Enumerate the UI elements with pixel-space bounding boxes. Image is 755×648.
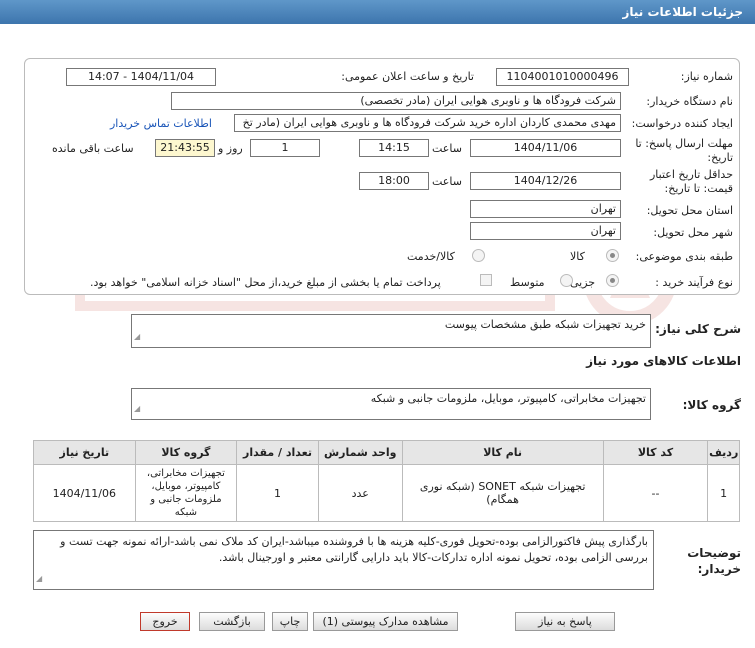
treasury-payment-note: پرداخت تمام یا بخشی از مبلغ خرید،از محل … — [90, 276, 441, 289]
resize-grip-icon[interactable]: ◢ — [36, 571, 42, 587]
col-name-header: نام کالا — [401, 440, 604, 465]
announce-date-field: 1404/11/04 - 14:07 — [66, 68, 216, 86]
purchase-minor-radio[interactable] — [606, 274, 619, 287]
validity-time-field: 18:00 — [359, 172, 429, 190]
cell-qty: 1 — [236, 464, 319, 522]
need-number-label: شماره نیاز: — [680, 70, 733, 83]
print-button[interactable]: چاپ — [272, 612, 308, 631]
city-field: تهران — [470, 222, 621, 240]
cell-group: تجهیزات مخابراتی، کامپیوتر، موبایل، ملزو… — [134, 464, 238, 522]
col-qty-header: تعداد / مقدار — [236, 440, 319, 465]
deadline-time-field: 14:15 — [359, 139, 429, 157]
col-code-header: کد کالا — [602, 440, 709, 465]
goods-group-label: گروه کالا: — [682, 398, 741, 412]
col-row-header: ردیف — [707, 440, 740, 465]
validity-time-label: ساعت — [432, 175, 462, 188]
buyer-notes-field: بارگذاری پیش فاکتورالزامی بوده-تحویل فور… — [33, 530, 654, 590]
back-button[interactable]: بازگشت — [199, 612, 265, 631]
city-label: شهر محل تحویل: — [653, 226, 733, 239]
col-unit-header: واحد شمارش — [317, 440, 403, 465]
goods-section-title: اطلاعات کالاهای مورد نیاز — [586, 354, 741, 368]
deadline-date-field: 1404/11/06 — [470, 139, 621, 157]
exit-button[interactable]: خروج — [140, 612, 190, 631]
cell-unit: عدد — [317, 464, 403, 522]
cell-row: 1 — [707, 464, 740, 522]
validity-date-field: 1404/12/26 — [470, 172, 621, 190]
table-header-row: ردیف کد کالا نام کالا واحد شمارش تعداد /… — [33, 440, 740, 465]
buyer-notes-label-2: خریدار: — [697, 562, 741, 576]
remaining-time-field: 21:43:55 — [155, 139, 215, 157]
deadline-date-label: تاریخ: — [707, 151, 733, 164]
deadline-label: مهلت ارسال پاسخ: تا — [635, 137, 733, 150]
buyer-notes-text: بارگذاری پیش فاکتورالزامی بوده-تحویل فور… — [60, 535, 648, 564]
creator-label: ایجاد کننده درخواست: — [631, 117, 733, 130]
days-label: روز و — [218, 142, 243, 155]
table-row: 1 -- تجهیزات شبکه SONET (شبکه نوری همگام… — [33, 464, 740, 522]
contact-buyer-link[interactable]: اطلاعات تماس خریدار — [110, 117, 212, 130]
announce-date-label: تاریخ و ساعت اعلان عمومی: — [341, 70, 474, 83]
respond-button[interactable]: پاسخ به نیاز — [515, 612, 615, 631]
treasury-payment-checkbox[interactable] — [480, 274, 492, 286]
cell-date: 1404/11/06 — [33, 464, 136, 522]
validity-label: حداقل تاریخ اعتبار — [649, 168, 733, 181]
buyer-org-label: نام دستگاه خریدار: — [646, 95, 733, 108]
category-goods-label: کالا — [570, 250, 585, 263]
category-goods-service-label: کالا/خدمت — [407, 250, 455, 263]
deadline-time-label: ساعت — [432, 142, 462, 155]
days-remaining-field: 1 — [250, 139, 320, 157]
summary-label: شرح کلی نیاز: — [655, 322, 741, 336]
window-title: جزئیات اطلاعات نیاز — [0, 0, 755, 24]
category-goods-radio[interactable] — [606, 249, 619, 262]
remaining-time-label: ساعت باقی مانده — [52, 142, 134, 155]
items-table: ردیف کد کالا نام کالا واحد شمارش تعداد /… — [33, 440, 740, 522]
creator-field: مهدی محمدی کاردان اداره خرید شرکت فرودگا… — [234, 114, 621, 132]
col-group-header: گروه کالا — [134, 440, 238, 465]
province-field: تهران — [470, 200, 621, 218]
purchase-minor-label: جزیی — [570, 276, 596, 289]
purchase-medium-radio[interactable] — [560, 274, 573, 287]
summary-text: خرید تجهیزات شبکه طبق مشخصات پیوست — [444, 318, 646, 331]
goods-group-text: تجهیزات مخابراتی، کامپیوتر، موبایل، ملزو… — [370, 392, 646, 405]
summary-field: خرید تجهیزات شبکه طبق مشخصات پیوست ◢ — [131, 314, 651, 348]
col-date-header: تاریخ نیاز — [33, 440, 136, 465]
cell-code: -- — [602, 464, 709, 522]
cell-name: تجهیزات شبکه SONET (شبکه نوری همگام) — [401, 464, 604, 522]
attachments-button[interactable]: مشاهده مدارک پیوستی (1) — [313, 612, 458, 631]
purchase-medium-label: متوسط — [510, 276, 545, 289]
category-label: طبقه بندی موضوعی: — [635, 250, 733, 263]
buyer-org-field: شرکت فرودگاه ها و ناوبری هوایی ایران (ما… — [171, 92, 621, 110]
need-number-field: 1104001010000496 — [496, 68, 629, 86]
resize-grip-icon[interactable]: ◢ — [134, 401, 140, 417]
buyer-notes-label: توضیحات — [687, 546, 741, 560]
province-label: استان محل تحویل: — [646, 204, 733, 217]
validity-date-label: قیمت: تا تاریخ: — [664, 182, 733, 195]
category-goods-service-radio[interactable] — [472, 249, 485, 262]
purchase-type-label: نوع فرآیند خرید : — [655, 276, 733, 289]
resize-grip-icon[interactable]: ◢ — [134, 329, 140, 345]
goods-group-field: تجهیزات مخابراتی، کامپیوتر، موبایل، ملزو… — [131, 388, 651, 420]
